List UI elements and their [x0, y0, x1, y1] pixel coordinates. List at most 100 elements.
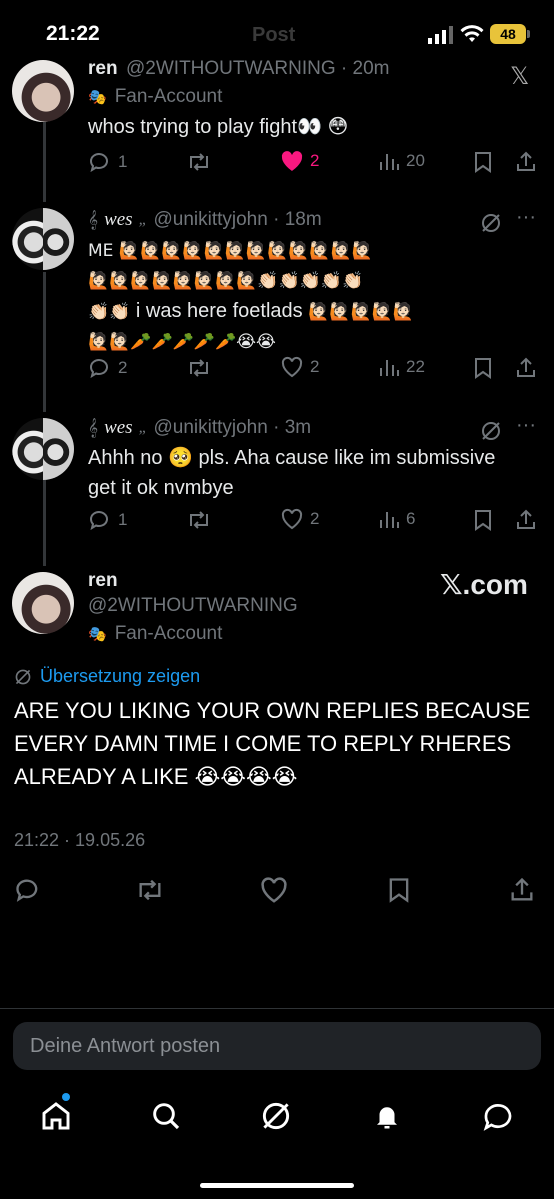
battery-indicator: 48 [490, 24, 526, 44]
mask-icon: 🎭 [88, 625, 107, 643]
author-row: 𝄞 wes „ @unikittyjohn · 18m [88, 209, 322, 231]
like-button[interactable]: 2 [280, 356, 319, 378]
tweet-text-emoji: 👏🏻👏🏻 [88, 302, 131, 322]
author-handle[interactable]: @2WITHOUTWARNING [88, 595, 298, 617]
reply-icon [90, 153, 108, 173]
avatar[interactable] [12, 60, 74, 122]
translate-link-text[interactable]: Übersetzung zeigen [40, 666, 200, 687]
grok-icon [15, 669, 31, 684]
thread-line [43, 466, 46, 566]
tweet-text-line: 👏🏻👏🏻 i was here foetlads 🙋🏻🙋🏻🙋🏻🙋🏻🙋🏻 [88, 296, 508, 327]
heart-icon [281, 508, 303, 530]
share-button[interactable] [514, 356, 538, 380]
tweet-text-words: i was here foetlads [135, 300, 303, 322]
views-icon [380, 512, 399, 528]
grok-icon[interactable] [260, 1100, 292, 1132]
repost-icon[interactable] [134, 876, 166, 904]
avatar[interactable] [12, 572, 74, 634]
more-icon[interactable]: ··· [516, 414, 536, 437]
battery-tip [527, 30, 530, 38]
views-count: 22 [406, 357, 425, 376]
post-text: ARE YOU LIKING YOUR OWN REPLIES BECAUSE … [14, 698, 531, 789]
reply-count: 1 [118, 152, 128, 171]
tweet-text-line: ME 🙋🏻🙋🏻🙋🏻🙋🏻🙋🏻🙋🏻🙋🏻🙋🏻🙋🏻🙋🏻🙋🏻🙋🏻 [88, 241, 373, 261]
reply-icon [90, 359, 108, 379]
author-name[interactable]: ren [88, 570, 118, 592]
bookmark-button[interactable] [472, 150, 494, 174]
bookmark-icon [475, 510, 491, 531]
quote-mark: „ [138, 211, 148, 228]
grok-icon[interactable] [480, 420, 502, 442]
reply-icon [90, 511, 108, 531]
status-time: 21:22 [46, 22, 100, 45]
author-name[interactable]: wes [104, 417, 133, 439]
views-count: 20 [406, 151, 425, 170]
repost-button[interactable] [186, 150, 212, 174]
thread-line [43, 122, 46, 202]
music-clef-icon: 𝄞 [88, 418, 99, 437]
views-icon [380, 360, 399, 376]
author-row: 𝄞 wes „ @unikittyjohn · 3m [88, 417, 311, 439]
repost-icon [190, 511, 208, 529]
mask-icon: 🎭 [88, 88, 107, 106]
repost-button[interactable] [186, 356, 212, 380]
reply-button[interactable]: 2 [88, 356, 127, 380]
notifications-bell-icon[interactable] [372, 1100, 402, 1132]
heart-icon[interactable] [259, 876, 289, 904]
tweet-text-line: 🙋🏻🙋🏻🙋🏻🙋🏻🙋🏻🙋🏻🙋🏻🙋🏻👏🏻👏🏻👏🏻👏🏻👏🏻 [88, 271, 364, 291]
repost-icon [190, 153, 208, 171]
bookmark-icon [475, 152, 491, 173]
status-bar: 21:22 Post 48 [0, 0, 554, 62]
search-icon[interactable] [150, 1100, 182, 1132]
tweet-text-line: 🙋🏻🙋🏻🥕🥕🥕🥕🥕😭😭 [88, 332, 276, 352]
like-count: 2 [310, 357, 320, 376]
account-label-text: Fan-Account [114, 623, 223, 644]
tweet-actions: 2 2 22 [88, 356, 538, 384]
tweet-text: whos trying to play fight👀 😳 [88, 116, 349, 138]
reply-icon[interactable] [14, 876, 42, 904]
like-button[interactable]: 2 [280, 150, 319, 172]
author-handle[interactable]: @unikittyjohn · 3m [153, 417, 311, 439]
translate-link[interactable]: Übersetzung zeigen [14, 666, 200, 687]
author-name[interactable]: ren [88, 58, 118, 80]
reply-count: 1 [118, 510, 128, 529]
account-label-text: Fan-Account [114, 86, 223, 107]
share-button[interactable] [514, 150, 538, 174]
repost-button[interactable] [186, 508, 212, 532]
heart-icon [281, 356, 303, 378]
home-indicator [200, 1183, 354, 1188]
views-button[interactable]: 22 [378, 356, 425, 378]
author-name[interactable]: wes [104, 209, 133, 231]
avatar[interactable] [12, 418, 74, 480]
grok-icon[interactable] [480, 212, 502, 234]
share-icon[interactable] [508, 876, 536, 904]
share-icon [517, 357, 535, 377]
bookmark-button[interactable] [472, 356, 494, 380]
tweet-text-emoji: 🙋🏻🙋🏻🙋🏻🙋🏻🙋🏻 [308, 302, 415, 322]
author-handle[interactable]: @unikittyjohn · 18m [153, 209, 321, 231]
heart-filled-icon [281, 151, 303, 171]
bookmark-icon[interactable] [386, 876, 412, 904]
header-title: Post [252, 24, 296, 46]
more-icon[interactable]: ··· [516, 206, 536, 229]
like-count: 2 [310, 509, 320, 528]
repost-icon [190, 359, 208, 377]
reply-button[interactable]: 1 [88, 508, 127, 532]
messages-icon[interactable] [482, 1100, 514, 1132]
views-button[interactable]: 20 [378, 150, 425, 172]
tweet-text: Ahhh no 🥺 pls. Aha cause like im submiss… [88, 443, 528, 503]
author-handle[interactable]: @2WITHOUTWARNING · 20m [126, 58, 389, 80]
like-button[interactable]: 2 [280, 508, 319, 530]
quote-mark: „ [138, 419, 148, 436]
reply-button[interactable]: 1 [88, 150, 127, 174]
tweet-text: ME 🙋🏻🙋🏻🙋🏻🙋🏻🙋🏻🙋🏻🙋🏻🙋🏻🙋🏻🙋🏻🙋🏻🙋🏻 🙋🏻🙋🏻🙋🏻🙋🏻🙋🏻🙋🏻… [88, 236, 508, 357]
home-icon[interactable] [40, 1100, 72, 1132]
post-timestamp[interactable]: 21:22 · 19.05.26 [14, 830, 145, 851]
share-button[interactable] [514, 508, 538, 532]
views-button[interactable]: 6 [378, 508, 415, 530]
reply-placeholder[interactable]: Deine Antwort posten [30, 1035, 220, 1058]
bookmark-button[interactable] [472, 508, 494, 532]
avatar[interactable] [12, 208, 74, 270]
signal-icon [428, 26, 453, 44]
x-watermark: 𝕏.com [440, 569, 528, 600]
